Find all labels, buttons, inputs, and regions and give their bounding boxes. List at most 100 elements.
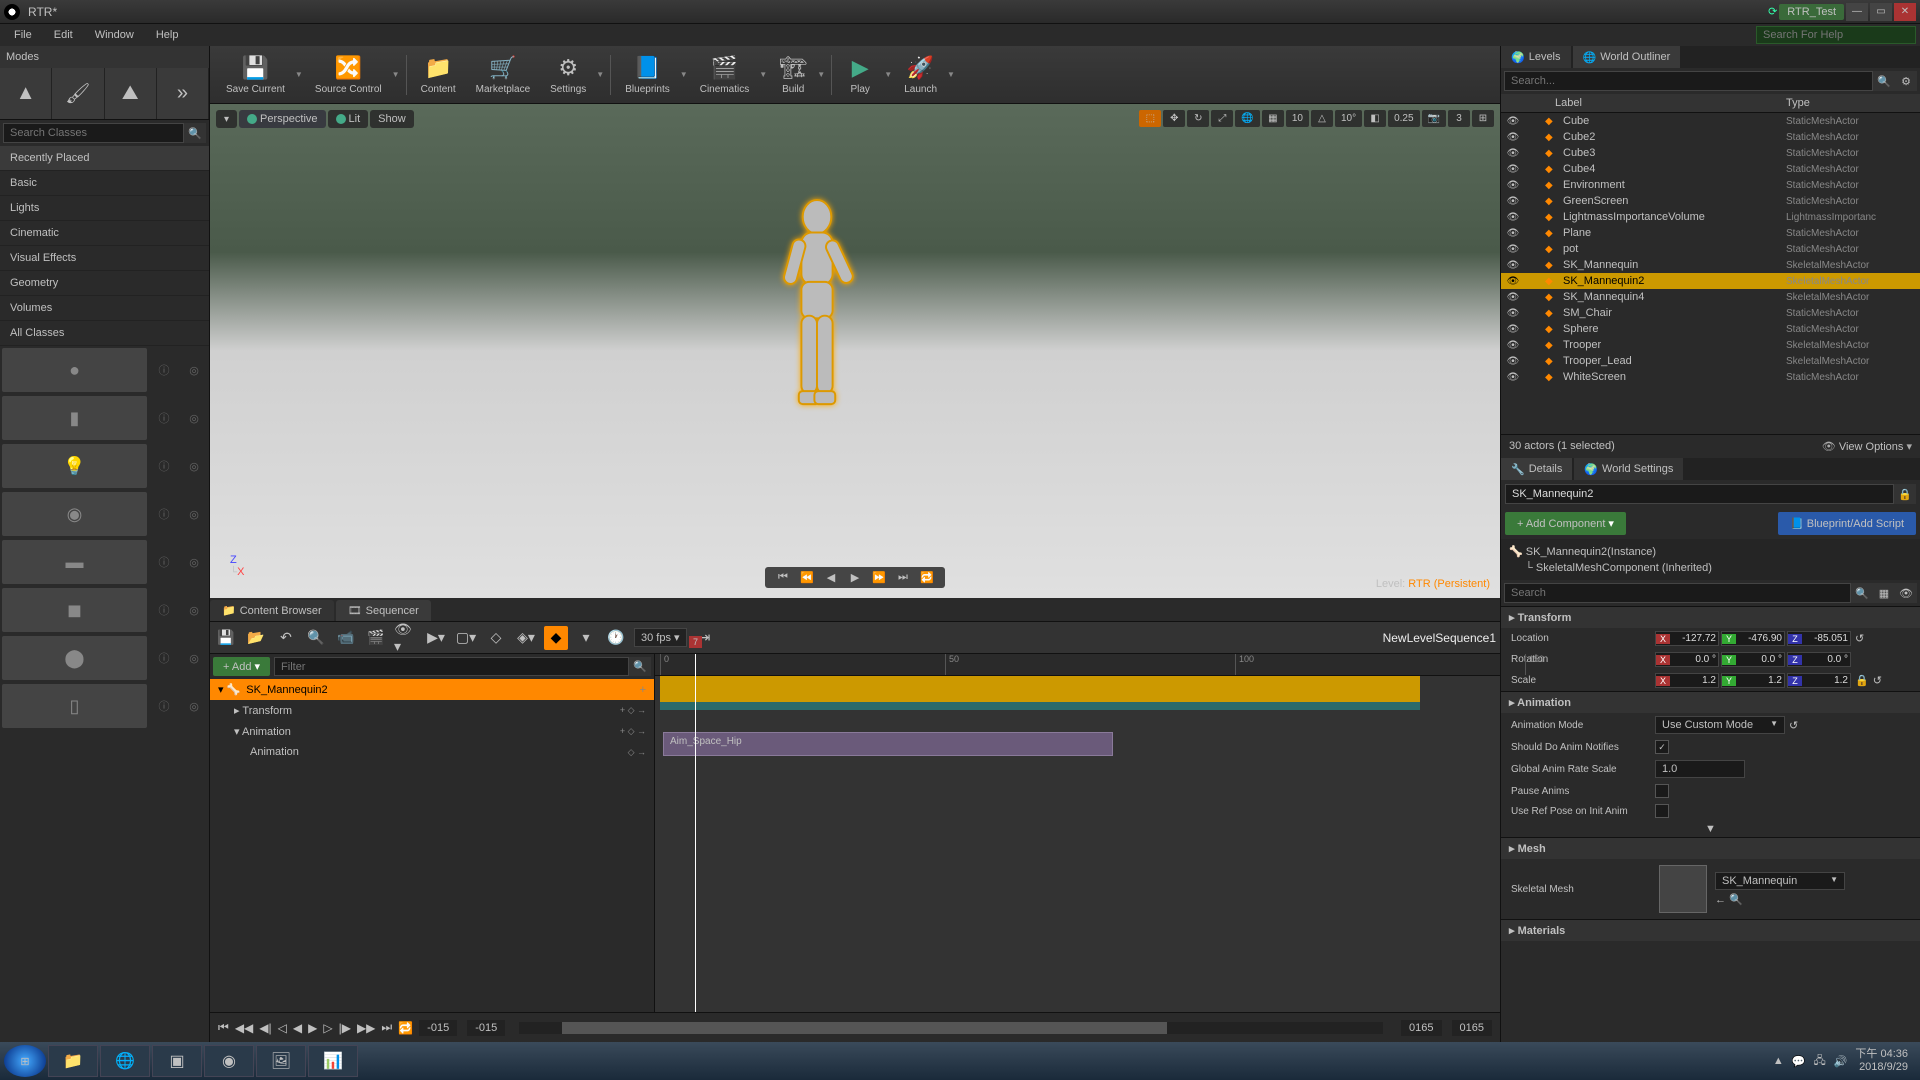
anim-mode-dropdown[interactable]: Use Custom Mode▼: [1655, 716, 1785, 734]
mesh-use-icon[interactable]: ←: [1715, 894, 1726, 906]
rate-input[interactable]: 1.0: [1655, 760, 1745, 778]
location-y-input[interactable]: [1736, 632, 1784, 645]
section-animation[interactable]: ▸ Animation: [1501, 691, 1920, 713]
viewport[interactable]: ▾ Perspective Lit Show ⬚ ✥ ↻ ⤢ 🌐 ▦ 10 △ …: [210, 104, 1500, 598]
seq-nextkey-icon[interactable]: |▶: [339, 1021, 351, 1035]
playhead[interactable]: 7: [695, 654, 696, 1012]
tab-content-browser[interactable]: 📁 Content Browser: [210, 600, 334, 621]
outliner-col-label[interactable]: Label: [1555, 97, 1786, 109]
reset-icon[interactable]: ↺: [1855, 632, 1864, 645]
asset-pin-icon[interactable]: ◎: [179, 490, 209, 538]
toolbar-save[interactable]: 💾Save Current: [216, 50, 295, 99]
seq-end-frame[interactable]: 0165: [1401, 1020, 1441, 1036]
notifies-checkbox[interactable]: ✓: [1655, 740, 1669, 754]
outliner-filter-icon[interactable]: ⚙: [1895, 71, 1917, 91]
outliner-row[interactable]: 👁◆SK_Mannequin4SkeletalMeshActor: [1501, 289, 1920, 305]
lock-scale-icon[interactable]: 🔒: [1855, 674, 1869, 687]
visibility-icon[interactable]: 👁: [1505, 180, 1521, 191]
menu-edit[interactable]: Edit: [44, 26, 83, 44]
outliner-row[interactable]: 👁◆Trooper_LeadSkeletalMeshActor: [1501, 353, 1920, 369]
category-geometry[interactable]: Geometry: [0, 271, 209, 296]
seq-autokey-icon[interactable]: ◈▾: [514, 626, 538, 650]
visibility-icon[interactable]: 👁: [1505, 196, 1521, 207]
outliner-row[interactable]: 👁◆SK_Mannequin2SkeletalMeshActor: [1501, 273, 1920, 289]
task-epic[interactable]: ▣: [152, 1045, 202, 1077]
seq-mark-icon[interactable]: ▢▾: [454, 626, 478, 650]
seq-tostart-icon[interactable]: ⏮: [218, 1020, 229, 1035]
outliner-row[interactable]: 👁◆PlaneStaticMeshActor: [1501, 225, 1920, 241]
toolbar-play[interactable]: ▶Play: [836, 50, 884, 99]
mesh-browse-icon[interactable]: 🔍: [1729, 894, 1743, 906]
playback-toend-icon[interactable]: ⏭: [893, 571, 913, 584]
viewport-gridsize[interactable]: 10: [1286, 110, 1309, 127]
outliner-row[interactable]: 👁◆SphereStaticMeshActor: [1501, 321, 1920, 337]
section-transform[interactable]: ▸ Transform: [1501, 606, 1920, 628]
asset-info-icon[interactable]: ⓘ: [149, 634, 179, 682]
task-app1[interactable]: 🖼: [256, 1045, 306, 1077]
seq-view-icon[interactable]: 👁▾: [394, 626, 418, 650]
menu-file[interactable]: File: [4, 26, 42, 44]
category-volumes[interactable]: Volumes: [0, 296, 209, 321]
pause-checkbox[interactable]: [1655, 784, 1669, 798]
seq-clock-icon[interactable]: 🕐: [604, 626, 628, 650]
visibility-icon[interactable]: 👁: [1505, 148, 1521, 159]
start-button[interactable]: ⊞: [4, 1045, 46, 1077]
mesh-thumbnail[interactable]: [1659, 865, 1707, 913]
asset-info-icon[interactable]: ⓘ: [149, 490, 179, 538]
timeline-range[interactable]: [660, 676, 1420, 702]
minimize-button[interactable]: —: [1846, 3, 1868, 21]
outliner-row[interactable]: 👁◆Cube3StaticMeshActor: [1501, 145, 1920, 161]
viewport-snap-grid-icon[interactable]: ▦: [1262, 110, 1284, 127]
playback-stepback-icon[interactable]: ⏪: [797, 571, 817, 584]
outliner-row[interactable]: 👁◆SK_MannequinSkeletalMeshActor: [1501, 257, 1920, 273]
search-icon[interactable]: 🔍: [1873, 71, 1895, 91]
asset-pin-icon[interactable]: ◎: [179, 634, 209, 682]
mode-paint-icon[interactable]: 🖌: [52, 68, 104, 119]
seq-toend-icon[interactable]: ⏭: [381, 1020, 392, 1035]
seq-render-icon[interactable]: 🎬: [364, 626, 388, 650]
reset-icon[interactable]: ↺: [1789, 719, 1798, 732]
seq-start-frame[interactable]: -015: [419, 1020, 457, 1036]
seq-stepback-icon[interactable]: ◀◀: [235, 1021, 253, 1035]
blueprint-add-script-button[interactable]: 📘 Blueprint/Add Script: [1778, 512, 1916, 535]
outliner-row[interactable]: 👁◆GreenScreenStaticMeshActor: [1501, 193, 1920, 209]
close-button[interactable]: ✕: [1894, 3, 1916, 21]
task-chrome[interactable]: 🌐: [100, 1045, 150, 1077]
timeline-transform-lane[interactable]: [660, 702, 1420, 710]
toolbar-launch[interactable]: 🚀Launch: [894, 50, 947, 99]
reset-icon[interactable]: ↺: [1873, 674, 1882, 687]
viewport-rotate-icon[interactable]: ↻: [1187, 110, 1209, 127]
tab-details[interactable]: 🔧 Details: [1501, 458, 1572, 480]
outliner-row[interactable]: 👁◆LightmassImportanceVolumeLightmassImpo…: [1501, 209, 1920, 225]
location-x-input[interactable]: [1670, 632, 1718, 645]
scale-y-input[interactable]: [1736, 674, 1784, 687]
expand-icon[interactable]: ▼: [1705, 823, 1716, 835]
task-app2[interactable]: 📊: [308, 1045, 358, 1077]
maximize-button[interactable]: ▭: [1870, 3, 1892, 21]
visibility-icon[interactable]: 👁: [1505, 356, 1521, 367]
viewport-maximize-icon[interactable]: ⊞: [1472, 110, 1494, 127]
toolbar-cinematics[interactable]: 🎬Cinematics: [690, 50, 759, 99]
asset-pin-icon[interactable]: ◎: [179, 538, 209, 586]
category-recently-placed[interactable]: Recently Placed: [0, 146, 209, 171]
asset-info-icon[interactable]: ⓘ: [149, 538, 179, 586]
mode-more-icon[interactable]: »: [157, 68, 209, 119]
toolbar-blueprints[interactable]: 📘Blueprints: [615, 50, 679, 99]
asset-sphere[interactable]: ●: [2, 348, 147, 392]
viewport-camspeed-icon[interactable]: 📷: [1422, 110, 1446, 127]
visibility-icon[interactable]: 👁: [1505, 292, 1521, 303]
task-unreal[interactable]: ◉: [204, 1045, 254, 1077]
asset-pointlight[interactable]: 💡: [2, 444, 147, 488]
viewport-scalesize[interactable]: 0.25: [1388, 110, 1419, 127]
tray-balloon-icon[interactable]: 💬: [1792, 1055, 1806, 1068]
track-root[interactable]: ▾ 🦴 SK_Mannequin2+: [210, 679, 654, 700]
asset-bulb[interactable]: ◉: [2, 492, 147, 536]
visibility-icon[interactable]: 👁: [1505, 308, 1521, 319]
asset-pin-icon[interactable]: ◎: [179, 394, 209, 442]
track-animation-sub[interactable]: Animation◇ →: [210, 742, 654, 762]
toolbar-source-control[interactable]: 🔀Source Control: [305, 50, 392, 99]
menu-help[interactable]: Help: [146, 26, 189, 44]
tab-world-settings[interactable]: 🌍 World Settings: [1574, 458, 1683, 480]
actor-lock-icon[interactable]: 🔒: [1894, 484, 1916, 504]
rotation-x-input[interactable]: [1670, 653, 1718, 666]
